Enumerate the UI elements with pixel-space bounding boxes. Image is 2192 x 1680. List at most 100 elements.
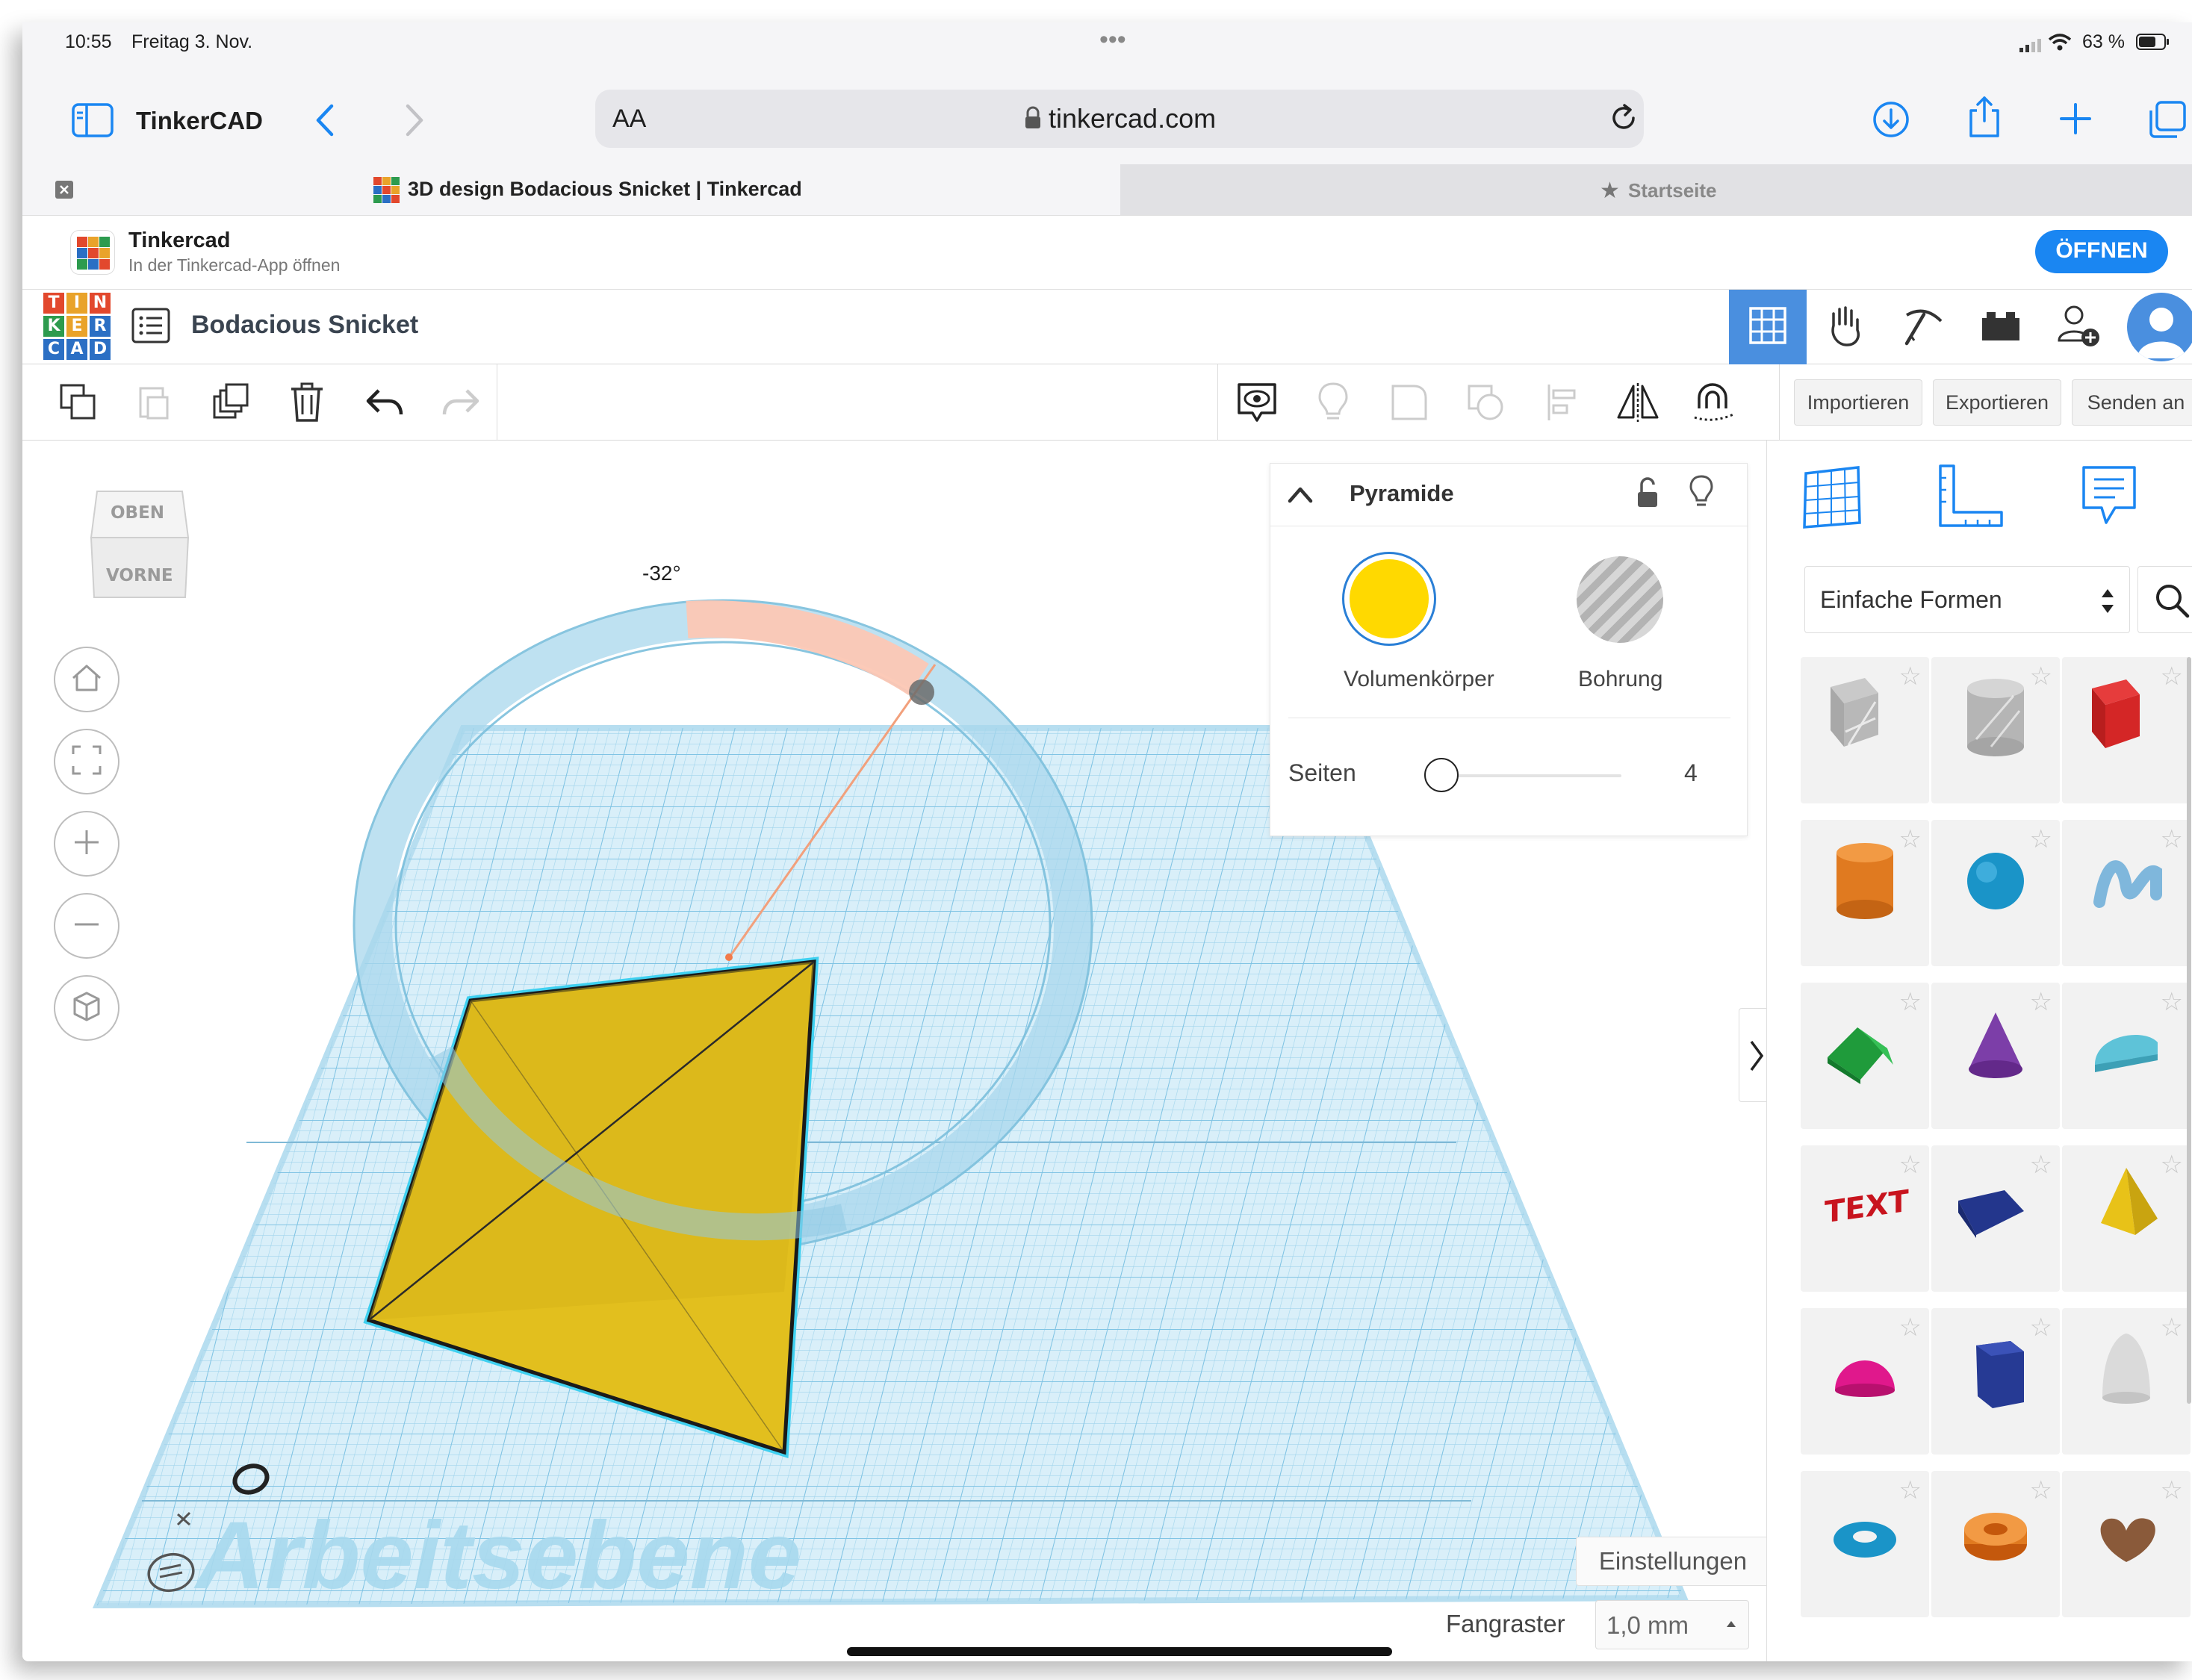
favorite-star-icon[interactable]: ☆: [1899, 662, 1922, 691]
open-app-button[interactable]: ÖFFNEN: [2035, 230, 2168, 273]
new-tab-icon[interactable]: [2058, 102, 2093, 136]
shape-box-hole[interactable]: ☆: [1801, 657, 1929, 803]
undo-icon[interactable]: [361, 379, 408, 426]
sides-value[interactable]: 4: [1684, 759, 1698, 787]
shape-category-select[interactable]: Einfache Formen: [1804, 566, 2130, 633]
tab-group-label[interactable]: TinkerCAD: [136, 107, 263, 135]
shape-polygon[interactable]: ☆: [1931, 1308, 2060, 1455]
sides-slider-thumb[interactable]: [1424, 758, 1459, 792]
shape-text[interactable]: TEXT ☆: [1801, 1145, 1929, 1292]
shape-roof[interactable]: ☆: [1801, 983, 1929, 1129]
favorite-star-icon[interactable]: ☆: [1899, 824, 1922, 854]
unlock-icon[interactable]: [1635, 476, 1660, 510]
shape-sphere[interactable]: ☆: [1931, 820, 2060, 966]
favorite-star-icon[interactable]: ☆: [2030, 662, 2052, 691]
shape-half-sphere[interactable]: ☆: [1801, 1308, 1929, 1455]
ungroup-icon[interactable]: [1462, 379, 1509, 426]
lego-button[interactable]: [1962, 290, 2040, 364]
design-list-icon[interactable]: [131, 308, 170, 343]
sides-slider-track[interactable]: [1435, 774, 1621, 777]
redo-icon[interactable]: [438, 379, 484, 426]
mirror-icon[interactable]: [1615, 379, 1661, 426]
shape-paraboloid[interactable]: ☆: [2062, 1308, 2191, 1455]
add-user-button[interactable]: [2040, 290, 2117, 364]
text-size-button[interactable]: AA: [612, 105, 646, 134]
favorite-star-icon[interactable]: ☆: [2030, 1150, 2052, 1180]
copy-icon[interactable]: [55, 379, 102, 426]
notes-icon[interactable]: [145, 1550, 197, 1595]
zoom-out-button[interactable]: [54, 893, 119, 959]
shape-torus[interactable]: ☆: [1801, 1471, 1929, 1617]
close-tab-icon[interactable]: [55, 181, 73, 199]
favorite-star-icon[interactable]: ☆: [2030, 1313, 2052, 1343]
favorite-star-icon[interactable]: ☆: [2161, 1313, 2183, 1343]
magnet-icon[interactable]: [1691, 379, 1737, 426]
shape-search-button[interactable]: [2137, 566, 2192, 633]
shape-tube[interactable]: ☆: [1931, 1471, 2060, 1617]
panel-scrollbar[interactable]: [2185, 657, 2192, 1658]
shape-cylinder[interactable]: ☆: [1801, 820, 1929, 966]
bricks-button[interactable]: [1884, 290, 1962, 364]
fit-view-button[interactable]: [54, 729, 119, 794]
favorite-star-icon[interactable]: ☆: [1899, 1150, 1922, 1180]
3d-view-button[interactable]: [1729, 290, 1807, 364]
paste-icon[interactable]: [131, 379, 178, 426]
favorite-star-icon[interactable]: ☆: [2161, 1150, 2183, 1180]
favorite-star-icon[interactable]: ☆: [1899, 987, 1922, 1017]
shape-wedge[interactable]: ☆: [1931, 1145, 2060, 1292]
import-button[interactable]: Importieren: [1794, 379, 1922, 426]
workplane-tool-icon[interactable]: [1798, 463, 1866, 530]
duplicate-icon[interactable]: [208, 379, 254, 426]
avatar[interactable]: [2127, 293, 2192, 361]
url-text[interactable]: tinkercad.com: [1049, 103, 1216, 134]
visibility-bulb-icon[interactable]: [1689, 474, 1714, 510]
workspace-canvas[interactable]: -32° OBEN VORNE Arbeitsebene Einstellung…: [22, 441, 1773, 1661]
ruler-tool-icon[interactable]: [1933, 463, 2008, 530]
favorite-star-icon[interactable]: ☆: [1899, 1313, 1922, 1343]
align-icon[interactable]: [1539, 379, 1585, 426]
favorite-star-icon[interactable]: ☆: [2161, 987, 2183, 1017]
show-all-icon[interactable]: [1234, 379, 1280, 426]
shape-cylinder-hole[interactable]: ☆: [1931, 657, 2060, 803]
rotation-handle[interactable]: [909, 679, 934, 705]
collapse-chevron-icon[interactable]: [1287, 483, 1314, 505]
zoom-in-button[interactable]: [54, 811, 119, 877]
forward-icon[interactable]: [403, 103, 426, 137]
sidebar-toggle-icon[interactable]: [72, 103, 114, 137]
lightbulb-icon[interactable]: [1310, 379, 1356, 426]
export-button[interactable]: Exportieren: [1933, 379, 2061, 426]
shape-cone[interactable]: ☆: [1931, 983, 2060, 1129]
perspective-button[interactable]: [54, 975, 119, 1041]
send-to-button[interactable]: Senden an: [2072, 379, 2192, 426]
home-view-button[interactable]: [54, 647, 119, 712]
favorite-star-icon[interactable]: ☆: [1899, 1475, 1922, 1505]
group-icon[interactable]: [1386, 379, 1432, 426]
settings-button[interactable]: Einstellungen: [1576, 1537, 1770, 1586]
hole-swatch[interactable]: [1577, 556, 1663, 643]
favorite-star-icon[interactable]: ☆: [2161, 662, 2183, 691]
snap-grid-select[interactable]: 1,0 mm: [1595, 1600, 1749, 1649]
multitask-dots[interactable]: •••: [1099, 25, 1126, 55]
tinkercad-logo[interactable]: T I N K E R C A D: [43, 293, 112, 361]
favorite-star-icon[interactable]: ☆: [2030, 1475, 2052, 1505]
favorite-star-icon[interactable]: ☆: [2161, 1475, 2183, 1505]
shape-scribble[interactable]: ☆: [2062, 820, 2191, 966]
shape-round-roof[interactable]: ☆: [2062, 983, 2191, 1129]
back-icon[interactable]: [314, 103, 336, 137]
favorite-star-icon[interactable]: ☆: [2030, 987, 2052, 1017]
shape-heart[interactable]: ☆: [2062, 1471, 2191, 1617]
download-icon[interactable]: [1872, 100, 1910, 139]
solid-color-swatch[interactable]: [1342, 552, 1436, 646]
close-workplane-icon[interactable]: [170, 1505, 197, 1532]
reload-icon[interactable]: [1609, 102, 1640, 134]
delete-icon[interactable]: [284, 379, 330, 426]
share-icon[interactable]: [1967, 94, 2002, 139]
tab-overview-icon[interactable]: [2148, 100, 2187, 139]
blocks-button[interactable]: [1807, 290, 1884, 364]
design-title[interactable]: Bodacious Snicket: [191, 311, 418, 340]
view-cube-top[interactable]: OBEN: [111, 503, 164, 523]
shape-pyramid[interactable]: ☆: [2062, 1145, 2191, 1292]
favorite-star-icon[interactable]: ☆: [2161, 824, 2183, 854]
shape-box[interactable]: ☆: [2062, 657, 2191, 803]
notes-tool-icon[interactable]: [2079, 463, 2139, 530]
